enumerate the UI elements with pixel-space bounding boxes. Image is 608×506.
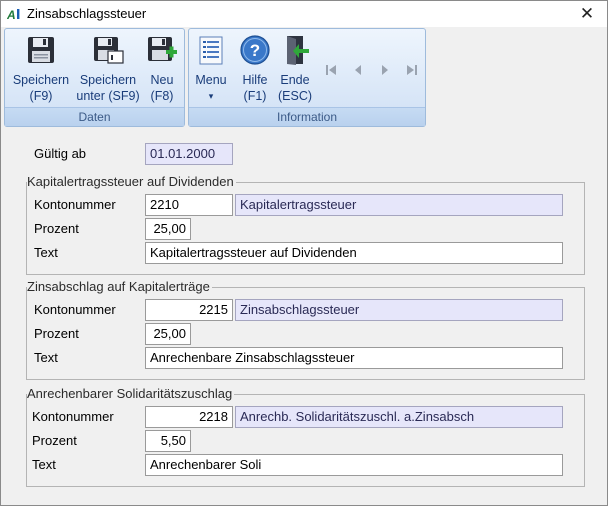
prozent-label: Prozent <box>32 433 77 448</box>
previous-record-icon[interactable] <box>352 63 364 77</box>
ende-shortcut: (ESC) <box>277 89 313 103</box>
text-field[interactable]: Anrechenbarer Soli <box>145 454 563 476</box>
text-field[interactable]: Anrechenbare Zinsabschlagssteuer <box>145 347 563 369</box>
help-icon: ? <box>240 35 270 65</box>
title-bar: A Zinsabschlagssteuer ✕ <box>1 1 607 27</box>
konto-name-field: Anrechb. Solidaritätszuschl. a.Zinsabsch <box>235 406 563 428</box>
kontonummer-field[interactable]: 2210 <box>145 194 233 216</box>
window-title: Zinsabschlagssteuer <box>27 6 147 21</box>
text-label: Text <box>34 350 58 365</box>
speichern-shortcut: (F9) <box>29 89 53 103</box>
app-logo-icon: A <box>7 8 20 21</box>
neu-label: Neu <box>150 73 174 87</box>
exit-door-icon <box>287 36 309 65</box>
speichern-unter-label: Speichern <box>79 73 137 87</box>
gueltig-ab-label: Gültig ab <box>34 146 87 161</box>
menu-button[interactable]: Menu ▾ <box>193 34 229 104</box>
speichern-unter-button[interactable]: Speichern unter (SF9) <box>74 34 142 104</box>
ribbon-group-daten: Speichern (F9) Speichern unter (SF9) Neu… <box>4 28 185 127</box>
kontonummer-field[interactable]: 2215 <box>145 299 233 321</box>
neu-shortcut: (F8) <box>150 89 174 103</box>
text-label: Text <box>34 245 58 260</box>
ende-label: Ende <box>280 73 310 87</box>
text-field[interactable]: Kapitalertragssteuer auf Dividenden <box>145 242 563 264</box>
svg-text:A: A <box>7 8 16 21</box>
ribbon-group-information-label: Information <box>189 107 425 126</box>
prozent-label: Prozent <box>34 221 79 236</box>
speichern-label: Speichern <box>12 73 70 87</box>
hilfe-button[interactable]: ? Hilfe (F1) <box>237 34 273 104</box>
kontonummer-label: Kontonummer <box>34 302 116 317</box>
floppy-disk-icon <box>28 37 54 63</box>
close-button[interactable]: ✕ <box>567 1 607 27</box>
ribbon-toolbar: Speichern (F9) Speichern unter (SF9) Neu… <box>4 28 426 127</box>
section-title: Kapitalertragssteuer auf Dividenden <box>27 174 236 189</box>
text-label: Text <box>32 457 56 472</box>
konto-name-field: Zinsabschlagssteuer <box>235 299 563 321</box>
application-window: A Zinsabschlagssteuer ✕ Speichern (F9) S… <box>0 0 608 506</box>
speichern-unter-shortcut: unter (SF9) <box>76 89 140 103</box>
kontonummer-label: Kontonummer <box>32 409 114 424</box>
prozent-field[interactable]: 25,00 <box>145 323 191 345</box>
hilfe-shortcut: (F1) <box>243 89 267 103</box>
menu-label: Menu <box>195 73 227 87</box>
svg-text:?: ? <box>250 41 260 60</box>
kontonummer-field[interactable]: 2218 <box>145 406 233 428</box>
hilfe-label: Hilfe <box>242 73 268 87</box>
ribbon-group-daten-label: Daten <box>5 107 184 126</box>
first-record-icon[interactable] <box>325 63 337 77</box>
menu-dropdown-indicator: ▾ <box>208 91 214 101</box>
floppy-disk-save-as-icon <box>94 37 124 64</box>
section-title: Anrechenbarer Solidaritätszuschlag <box>27 386 235 401</box>
prozent-label: Prozent <box>34 326 79 341</box>
speichern-button[interactable]: Speichern (F9) <box>11 34 71 104</box>
neu-button[interactable]: Neu (F8) <box>145 34 179 104</box>
menu-list-icon <box>199 36 223 65</box>
ende-button[interactable]: Ende (ESC) <box>275 34 315 104</box>
last-record-icon[interactable] <box>406 63 418 77</box>
prozent-field[interactable]: 25,00 <box>145 218 191 240</box>
kontonummer-label: Kontonummer <box>34 197 116 212</box>
gueltig-ab-field[interactable]: 01.01.2000 <box>145 143 233 165</box>
floppy-disk-new-icon <box>148 37 177 61</box>
konto-name-field: Kapitalertragssteuer <box>235 194 563 216</box>
next-record-icon[interactable] <box>379 63 391 77</box>
prozent-field[interactable]: 5,50 <box>145 430 191 452</box>
section-title: Zinsabschlag auf Kapitalerträge <box>27 279 212 294</box>
ribbon-group-information: Menu ▾ ? Hilfe (F1) Ende (ESC) Informati… <box>188 28 426 127</box>
